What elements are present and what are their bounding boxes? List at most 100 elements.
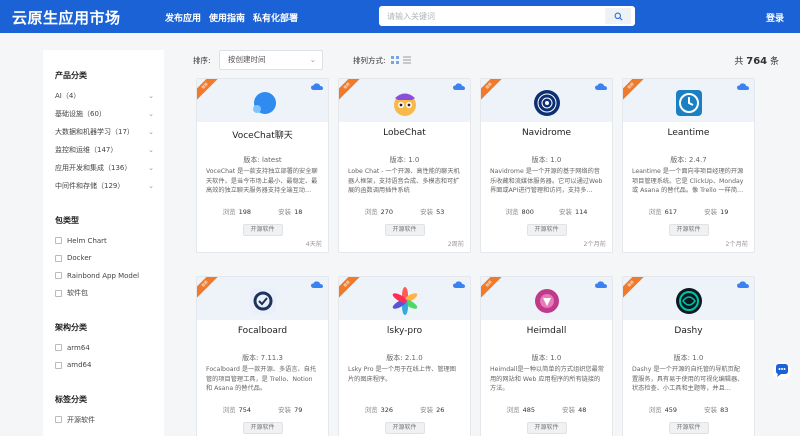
app-tag[interactable]: 开源软件 [668,422,709,434]
app-tag[interactable]: 开源软件 [242,422,283,434]
search-button[interactable] [605,8,631,24]
app-version: 版本: latest [243,156,282,164]
cloud-badge [311,83,323,93]
app-tag[interactable]: 开源软件 [384,422,425,434]
app-description: Focalboard 是一款开源、多语言、自托管的项目管理工具，是 Trello… [206,366,317,392]
nav-user-guide[interactable]: 使用指南 [209,11,245,24]
app-tag[interactable]: 开源软件 [242,224,283,236]
package-checkbox[interactable]: 软件包 [55,285,164,303]
app-name[interactable]: LobeChat [339,128,470,138]
app-tag[interactable]: 开源软件 [384,224,425,236]
nav-publish-app[interactable]: 发布应用 [165,11,201,24]
app-stats: 浏览 326 安装 26 [339,404,470,414]
installs-count: 79 [294,406,303,414]
views-stat: 浏览 485 [507,404,535,414]
cloud-icon [595,281,607,288]
checkbox[interactable] [55,254,62,262]
app-card[interactable]: 推荐 Leantime 版本: 2.4.7 Leantime 是一个面向非项目经理的开… [622,78,755,253]
cloud-icon [311,83,323,90]
app-tag[interactable]: 开源软件 [668,224,709,236]
app-name[interactable]: VoceChat聊天 [197,128,328,141]
sort-label: 排序: [193,56,211,65]
package-checkbox[interactable]: Helm Chart [55,232,164,250]
app-stats: 浏览 800 安装 114 [481,206,612,216]
app-card[interactable]: 推荐 VoceChat聊天 版本: latest VoceChat 是一款支持独立部署… [196,78,329,253]
app-name[interactable]: Heimdall [481,326,612,336]
checkbox[interactable] [55,416,62,424]
category-item[interactable]: 中间件和存储（129） ⌄ [55,177,164,195]
app-tag[interactable]: 开源软件 [526,422,567,434]
total-suffix: 条 [769,57,779,67]
app-card[interactable]: 推荐 lsky-pro 版本: 2.1.0 Lsky Pro 是一个用于在线上传、管理… [338,276,471,436]
views-count: 617 [664,208,677,216]
app-description: Lobe Chat - 一个开源、高性能的聊天机器人框架，支持语音合成、多模态和… [348,168,460,194]
cloud-icon [737,83,749,90]
checkbox[interactable] [55,289,62,297]
app-name[interactable]: lsky-pro [339,326,470,336]
checkbox[interactable] [55,361,62,369]
leantime-logo-icon [675,90,702,116]
list-view-icon[interactable] [403,56,411,64]
checkbox[interactable] [55,344,62,352]
search-input[interactable]: 请输入关键词 [387,11,435,22]
arch-checkbox[interactable]: amd64 [55,357,164,375]
nav-private-deploy[interactable]: 私有化部署 [253,11,298,24]
app-card[interactable]: 推荐 LobeChat 版本: 1.0 Lobe Chat - 一个开源、高性能的聊天… [338,78,471,253]
views-count: 198 [238,208,251,216]
app-version: 版本: 1.0 [531,354,562,362]
cloud-icon [737,281,749,288]
chat-support-button[interactable] [772,361,792,381]
views-count: 485 [522,406,535,414]
site-logo[interactable]: 云原生应用市场 [12,7,121,28]
app-name[interactable]: Navidrome [481,128,612,138]
app-version: 版本: 2.1.0 [386,354,423,362]
views-label: 浏览 [222,208,236,216]
checkbox-label: arm64 [67,343,90,352]
app-version: 版本: 2.4.7 [670,156,707,164]
arch-category-title: 架构分类 [55,323,87,332]
checkbox[interactable] [55,237,62,245]
views-stat: 浏览 800 [506,206,534,216]
chevron-down-icon: ⌄ [148,110,154,118]
focalboard-logo-icon [249,288,276,314]
view-mode-toggle [391,56,411,64]
app-card[interactable]: 推荐 Focalboard 版本: 7.11.3 Focalboard 是一款开源、多… [196,276,329,436]
installs-stat: 安装 48 [562,404,586,414]
grid-view-icon[interactable] [391,56,399,64]
package-checkbox[interactable]: Rainbond App Model [55,267,164,285]
app-icon [248,286,278,316]
total-count: 共 764 条 [734,54,779,67]
app-name[interactable]: Leantime [623,128,754,138]
app-name[interactable]: Focalboard [197,326,328,336]
cloud-icon [453,281,465,288]
app-card[interactable]: 推荐 Dashy 版本: 1.0 Dashy 是一个开源的自托管的导航页配置服务，具有… [622,276,755,436]
category-item[interactable]: 大数据和机器学习（17） ⌄ [55,123,164,141]
app-name[interactable]: Dashy [623,326,754,336]
views-count: 326 [380,406,393,414]
package-checkbox[interactable]: Docker [55,250,164,268]
app-tag[interactable]: 开源软件 [526,224,567,236]
app-icon [532,286,562,316]
category-item[interactable]: 监控和运维（147） ⌄ [55,141,164,159]
category-item[interactable]: 应用开发和集成（136） ⌄ [55,159,164,177]
search-box[interactable]: 请输入关键词 [379,6,635,26]
app-version: 版本: 1.0 [673,354,704,362]
category-item[interactable]: 基础设施（60） ⌄ [55,105,164,123]
app-icon [674,88,704,118]
checkbox[interactable] [55,272,62,280]
tag-checkbox[interactable]: 开源软件 [55,411,164,429]
total-number: 764 [746,56,768,67]
login-link[interactable]: 登录 [766,11,784,24]
sort-select[interactable]: 按创建时间 ⌄ [219,50,323,70]
views-count: 754 [238,406,251,414]
category-label: AI（4） [55,92,81,100]
checkbox-label: 软件包 [67,289,88,298]
views-count: 459 [664,406,677,414]
chevron-down-icon: ⌄ [148,164,154,172]
app-card[interactable]: 推荐 Heimdall 版本: 1.0 Heimdall是一种以简单的方式组织您最常用… [480,276,613,436]
app-description: Dashy 是一个开源的自托管的导航页配置服务，具有易于使用的可视化编辑器、状态… [632,366,744,392]
app-card[interactable]: 推荐 Navidrome 版本: 1.0 Navidrome 是一个开源的基于网络的音… [480,78,613,253]
arch-checkbox[interactable]: arm64 [55,339,164,357]
category-item[interactable]: AI（4） ⌄ [55,87,164,105]
installs-count: 26 [436,406,445,414]
